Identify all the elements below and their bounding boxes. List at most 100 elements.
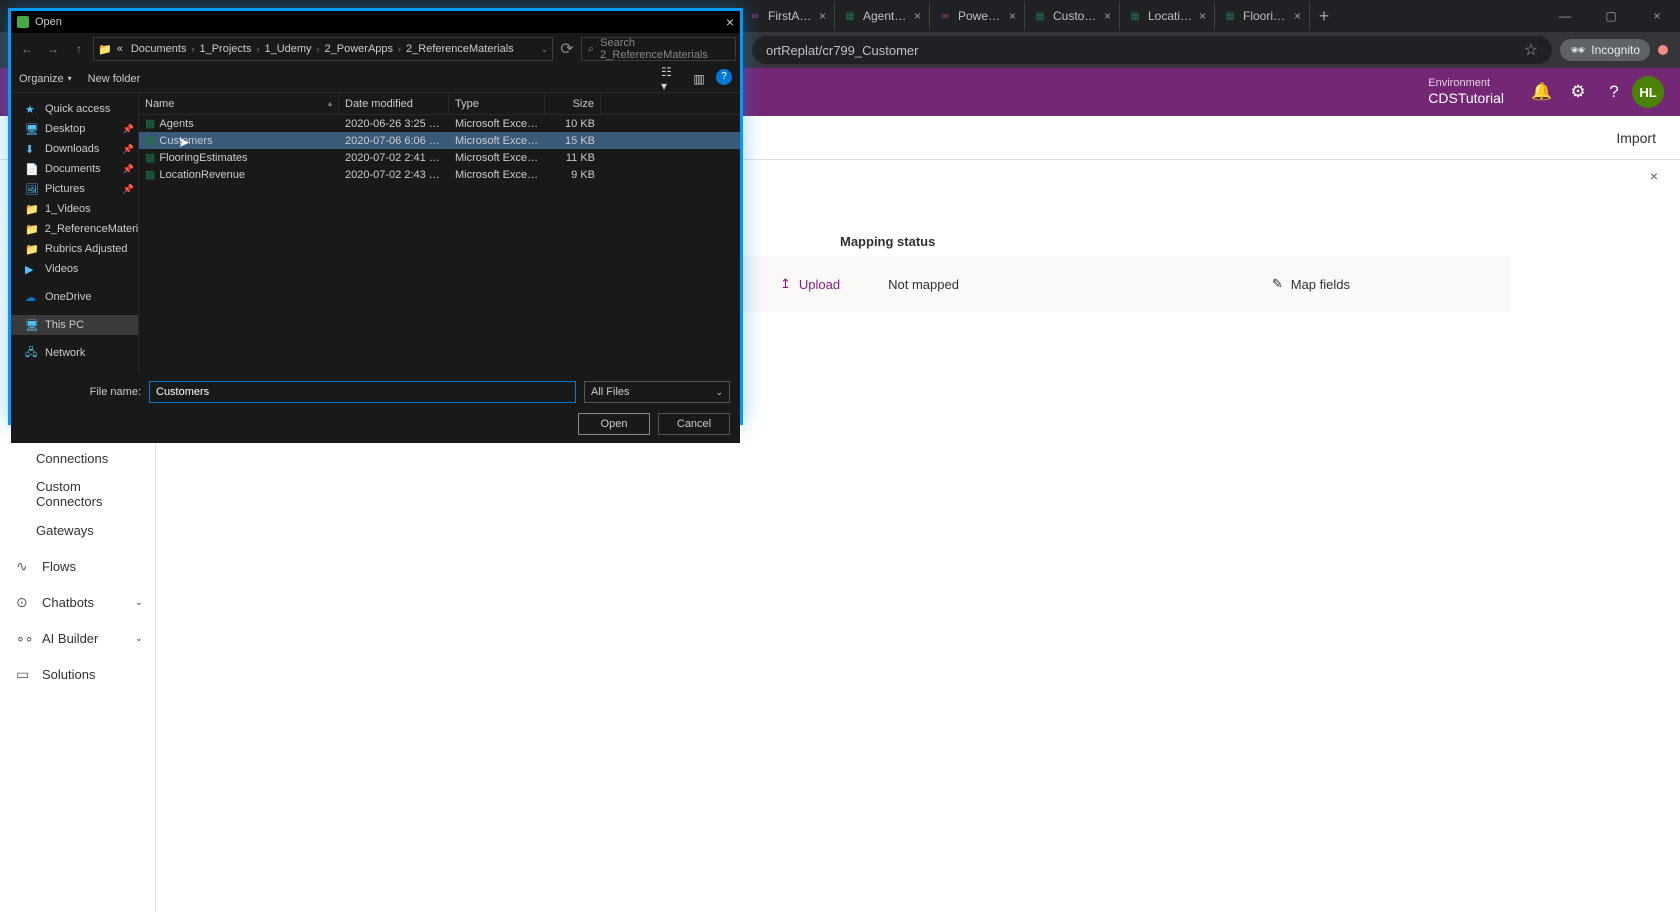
tree-onedrive[interactable]: ☁OneDrive xyxy=(11,287,138,307)
nav-chatbots[interactable]: ⊙Chatbots⌄ xyxy=(0,584,155,620)
excel-file-icon: ▦ xyxy=(145,169,155,181)
tree-desktop[interactable]: 🖥Desktop📌 xyxy=(11,119,138,139)
bookmark-star-icon[interactable]: ☆ xyxy=(1524,40,1538,60)
filename-input[interactable] xyxy=(149,381,576,403)
tab-agents[interactable]: ▦ Agents.xls × xyxy=(835,2,930,30)
minimize-button[interactable]: — xyxy=(1542,0,1588,32)
organize-button[interactable]: Organize ▾ xyxy=(19,73,72,85)
dialog-nav-bar: ← → ↑ 📁 « Documents› 1_Projects› 1_Udemy… xyxy=(11,33,740,65)
tree-videos[interactable]: ▶Videos xyxy=(11,259,138,279)
cancel-button[interactable]: Cancel xyxy=(658,413,730,435)
preview-pane-button[interactable]: ▥ xyxy=(688,69,710,89)
tab-label: FirstApp1 xyxy=(768,9,813,23)
videos-icon: ▶ xyxy=(25,263,39,276)
tree-downloads[interactable]: ⬇Downloads📌 xyxy=(11,139,138,159)
file-row-location[interactable]: ▦LocationRevenue 2020-07-02 2:43 PM Micr… xyxy=(139,166,740,183)
crumb-udemy[interactable]: 1_Udemy xyxy=(261,43,314,55)
environment-picker[interactable]: Environment CDSTutorial xyxy=(1428,77,1504,107)
nav-flows[interactable]: ∿Flows xyxy=(0,548,155,584)
downloads-icon: ⬇ xyxy=(25,143,39,156)
tab-customer[interactable]: ▦ Customer × xyxy=(1025,2,1120,30)
window-controls: — ▢ × xyxy=(1542,0,1680,32)
tab-close-icon[interactable]: × xyxy=(819,9,826,23)
file-open-dialog: Open × ← → ↑ 📁 « Documents› 1_Projects› … xyxy=(8,8,743,425)
col-size[interactable]: Size xyxy=(545,93,601,114)
folder-icon: 📁 xyxy=(25,243,39,256)
nav-ai-builder[interactable]: ∘∘AI Builder⌄ xyxy=(0,620,155,656)
new-tab-button[interactable]: + xyxy=(1310,6,1338,27)
breadcrumb[interactable]: 📁 « Documents› 1_Projects› 1_Udemy› 2_Po… xyxy=(93,37,553,61)
documents-icon: 📄 xyxy=(25,163,39,176)
help-icon[interactable]: ? xyxy=(1596,74,1632,110)
view-options-button[interactable]: ☷ ▾ xyxy=(660,69,682,89)
filetype-select[interactable]: All Files ⌄ xyxy=(584,381,730,403)
tab-close-icon[interactable]: × xyxy=(1199,9,1206,23)
env-label: Environment xyxy=(1428,77,1504,90)
onedrive-icon: ☁ xyxy=(25,291,39,304)
tab-location[interactable]: ▦ LocationR × xyxy=(1120,2,1215,30)
open-button[interactable]: Open xyxy=(578,413,650,435)
tree-pictures[interactable]: 🖼Pictures📌 xyxy=(11,179,138,199)
nav-gateways[interactable]: Gateways xyxy=(0,512,155,548)
col-name[interactable]: Name▴ xyxy=(139,93,339,114)
maximize-button[interactable]: ▢ xyxy=(1588,0,1634,32)
search-box[interactable]: ⌕ Search 2_ReferenceMaterials xyxy=(581,37,736,61)
file-row-flooring[interactable]: ▦FlooringEstimates 2020-07-02 2:41 PM Mi… xyxy=(139,149,740,166)
crumb-documents[interactable]: Documents xyxy=(128,43,190,55)
crumb-projects[interactable]: 1_Projects xyxy=(196,43,254,55)
chevron-down-icon: ⌄ xyxy=(715,387,723,398)
excel-icon: ▦ xyxy=(1033,9,1047,23)
back-button[interactable]: ← xyxy=(15,37,39,61)
tab-firstapp[interactable]: ∞ FirstApp1 × xyxy=(740,2,835,30)
tab-flooring[interactable]: ▦ FlooringE × xyxy=(1215,2,1310,30)
settings-gear-icon[interactable]: ⚙ xyxy=(1560,74,1596,110)
close-window-button[interactable]: × xyxy=(1634,0,1680,32)
col-date[interactable]: Date modified xyxy=(339,93,449,114)
file-row-customers[interactable]: ▦Customers 2020-07-06 6:06 PM Microsoft … xyxy=(139,132,740,149)
nav-connections[interactable]: Connections xyxy=(0,440,155,476)
excel-file-icon: ▦ xyxy=(145,152,155,164)
refresh-button[interactable]: ⟳ xyxy=(555,37,579,61)
forward-button[interactable]: → xyxy=(41,37,65,61)
profile-dot[interactable] xyxy=(1658,45,1668,55)
dialog-titlebar[interactable]: Open × xyxy=(11,11,740,33)
tree-1videos[interactable]: 📁1_Videos xyxy=(11,199,138,219)
incognito-badge[interactable]: 🕶 Incognito xyxy=(1560,39,1650,61)
user-avatar[interactable]: HL xyxy=(1632,76,1664,108)
pin-icon: 📌 xyxy=(123,184,134,195)
import-button[interactable]: Import xyxy=(1616,130,1656,146)
crumb-refmat[interactable]: 2_ReferenceMaterials xyxy=(403,43,517,55)
search-placeholder: Search 2_ReferenceMaterials xyxy=(600,37,729,61)
crumb-powerapps[interactable]: 2_PowerApps xyxy=(322,43,397,55)
tab-close-icon[interactable]: × xyxy=(1104,9,1111,23)
nav-solutions[interactable]: ▭Solutions xyxy=(0,656,155,692)
notifications-icon[interactable]: 🔔 xyxy=(1524,74,1560,110)
upload-button[interactable]: ↥ Upload xyxy=(780,276,840,292)
tree-quick-access[interactable]: ★Quick access xyxy=(11,99,138,119)
nav-custom-connectors[interactable]: Custom Connectors xyxy=(0,476,155,512)
new-folder-button[interactable]: New folder xyxy=(88,73,141,85)
tree-rubrics[interactable]: 📁Rubrics Adjusted xyxy=(11,239,138,259)
map-fields-button[interactable]: ✎ Map fields xyxy=(1272,276,1350,292)
tree-network[interactable]: 🖧Network xyxy=(11,343,138,363)
chevron-down-icon: ⌄ xyxy=(135,633,143,644)
tree-this-pc[interactable]: 🖥This PC xyxy=(11,315,138,335)
close-panel-icon[interactable]: × xyxy=(1650,168,1658,184)
url-box[interactable]: ortReplat/cr799_Customer ☆ xyxy=(752,36,1552,64)
upload-icon: ↥ xyxy=(780,276,791,292)
tree-refmat[interactable]: 📁2_ReferenceMateria xyxy=(11,219,138,239)
tree-documents[interactable]: 📄Documents📌 xyxy=(11,159,138,179)
dialog-close-icon[interactable]: × xyxy=(726,14,734,30)
folder-icon: 📁 xyxy=(25,203,39,216)
file-row-agents[interactable]: ▦Agents 2020-06-26 3:25 PM Microsoft Exc… xyxy=(139,115,740,132)
tab-close-icon[interactable]: × xyxy=(914,9,921,23)
col-type[interactable]: Type xyxy=(449,93,545,114)
tab-close-icon[interactable]: × xyxy=(1009,9,1016,23)
tab-powerapp[interactable]: ∞ PowerApp × xyxy=(930,2,1025,30)
dialog-title: Open xyxy=(35,16,62,28)
tab-close-icon[interactable]: × xyxy=(1294,9,1301,23)
up-button[interactable]: ↑ xyxy=(67,37,91,61)
help-button[interactable]: ? xyxy=(716,69,732,85)
history-dropdown-icon[interactable]: ⌄ xyxy=(540,44,548,55)
excel-file-icon: ▦ xyxy=(145,135,155,147)
